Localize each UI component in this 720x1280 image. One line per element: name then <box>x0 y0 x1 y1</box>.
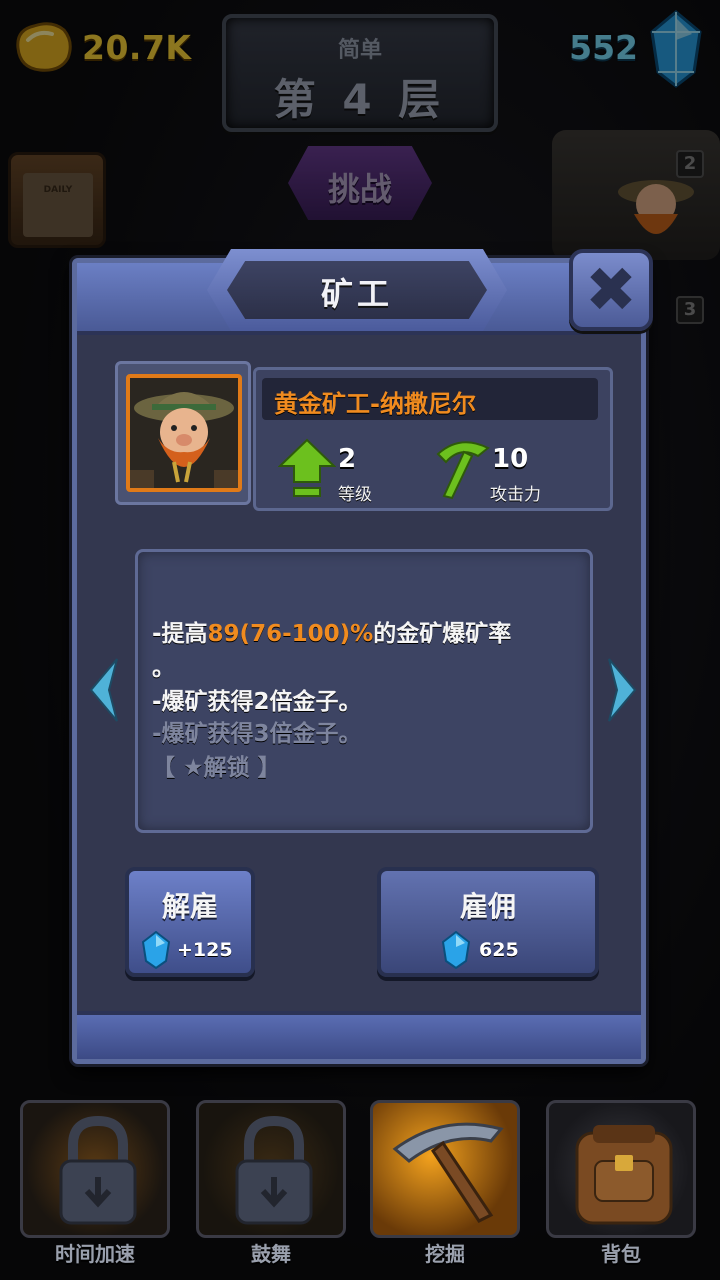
level-up-arrow-icon <box>278 438 336 497</box>
dock-inspire-button[interactable]: 鼓舞 <box>196 1100 346 1266</box>
unlock-hint: 【 ★解锁 】 <box>152 755 281 781</box>
dock-tile <box>546 1100 696 1238</box>
challenge-button[interactable]: 挑战 <box>288 146 432 220</box>
level-label: 等级 <box>338 485 372 505</box>
hire-cost: 625 <box>479 939 519 961</box>
dock-tile <box>20 1100 170 1238</box>
backpack-icon <box>575 1125 673 1225</box>
gem-amount: 552 <box>569 28 638 67</box>
name-bar: 黄金矿工-纳撒尼尔 <box>262 378 598 420</box>
skill-description-box: -提高89(76-100)%的金矿爆矿率 。 -爆矿获得2倍金子。 -爆矿获得3… <box>135 549 593 833</box>
skill-line-1-prefix: -提高 <box>152 621 208 647</box>
skill-line-1-wrap: 。 <box>152 655 175 681</box>
game-screen: { "currency": { "gold": "20.7K", "gems":… <box>0 0 720 1280</box>
dock-label: 鼓舞 <box>251 1242 291 1266</box>
dock-label: 背包 <box>601 1242 641 1266</box>
close-icon: ✖ <box>585 253 637 326</box>
hire-label: 雇佣 <box>459 890 516 923</box>
close-button[interactable]: ✖ <box>569 249 653 331</box>
floor-label: 第 4 层 <box>273 75 447 124</box>
calendar-page <box>23 173 93 237</box>
chevron-right-icon[interactable] <box>605 657 639 723</box>
modal-footer-bar <box>77 1011 641 1059</box>
dismiss-button[interactable]: 解雇 +125 <box>125 867 255 977</box>
dismiss-refund: +125 <box>177 939 233 961</box>
gem-icon <box>441 931 471 969</box>
dock-dig-button[interactable]: 挖掘 <box>370 1100 520 1266</box>
shaft-number-badge: 2 <box>676 150 704 178</box>
chevron-left-icon[interactable] <box>87 657 121 723</box>
dismiss-label: 解雇 <box>161 890 218 923</box>
shaft-number-badge: 3 <box>676 296 704 324</box>
miner-info-box: 黄金矿工-纳撒尼尔 2 等级 10 攻击力 <box>253 367 613 511</box>
skill-line-1: -提高89(76-100)%的金矿爆矿率 <box>152 614 592 648</box>
miner-portrait-frame <box>115 361 251 505</box>
attack-label: 攻击力 <box>490 485 541 505</box>
difficulty-label: 简单 <box>337 38 382 63</box>
modal-title: 矿工 <box>320 275 393 313</box>
dock-tile <box>196 1100 346 1238</box>
dock-label: 挖掘 <box>425 1242 465 1266</box>
calendar-label: DAILY <box>43 185 73 195</box>
lock-icon <box>235 1115 313 1225</box>
level-indicator: 简单 第 4 层 <box>222 14 498 132</box>
skill-line-1-highlight: 89(76-100)% <box>207 621 374 647</box>
level-value: 2 <box>338 444 357 474</box>
challenge-label: 挑战 <box>327 170 392 208</box>
dock-speedup-button[interactable]: 时间加速 <box>20 1100 170 1266</box>
pickaxe-icon <box>392 1122 504 1223</box>
skill-line-3-locked: -爆矿获得3倍金子。 <box>152 721 362 747</box>
pickaxe-attack-icon <box>436 441 490 500</box>
dock-label: 时间加速 <box>55 1242 135 1266</box>
dock-tile <box>370 1100 520 1238</box>
miner-info-modal: 矿工 ✖ 黄金矿工-纳撒尼尔 2 等级 10 攻击力 -提高89(76-100)… <box>72 249 653 1064</box>
hire-button[interactable]: 雇佣 625 <box>377 867 599 977</box>
blue-gem-icon <box>650 10 702 88</box>
skill-line-1-suffix: 的金矿爆矿率 <box>373 621 512 647</box>
gem-icon <box>141 931 171 969</box>
attack-value: 10 <box>492 444 529 474</box>
dock-backpack-button[interactable]: 背包 <box>546 1100 696 1266</box>
gold-amount: 20.7K <box>82 28 192 67</box>
lock-icon <box>59 1115 137 1225</box>
miner-portrait <box>126 374 242 492</box>
skill-line-2: -爆矿获得2倍金子。 <box>152 689 362 715</box>
daily-calendar-button[interactable]: DAILY <box>8 152 106 248</box>
miner-name: 黄金矿工-纳撒尼尔 <box>274 390 476 418</box>
dwarf-miner-icon <box>130 378 238 488</box>
gold-nugget-icon <box>16 22 72 72</box>
